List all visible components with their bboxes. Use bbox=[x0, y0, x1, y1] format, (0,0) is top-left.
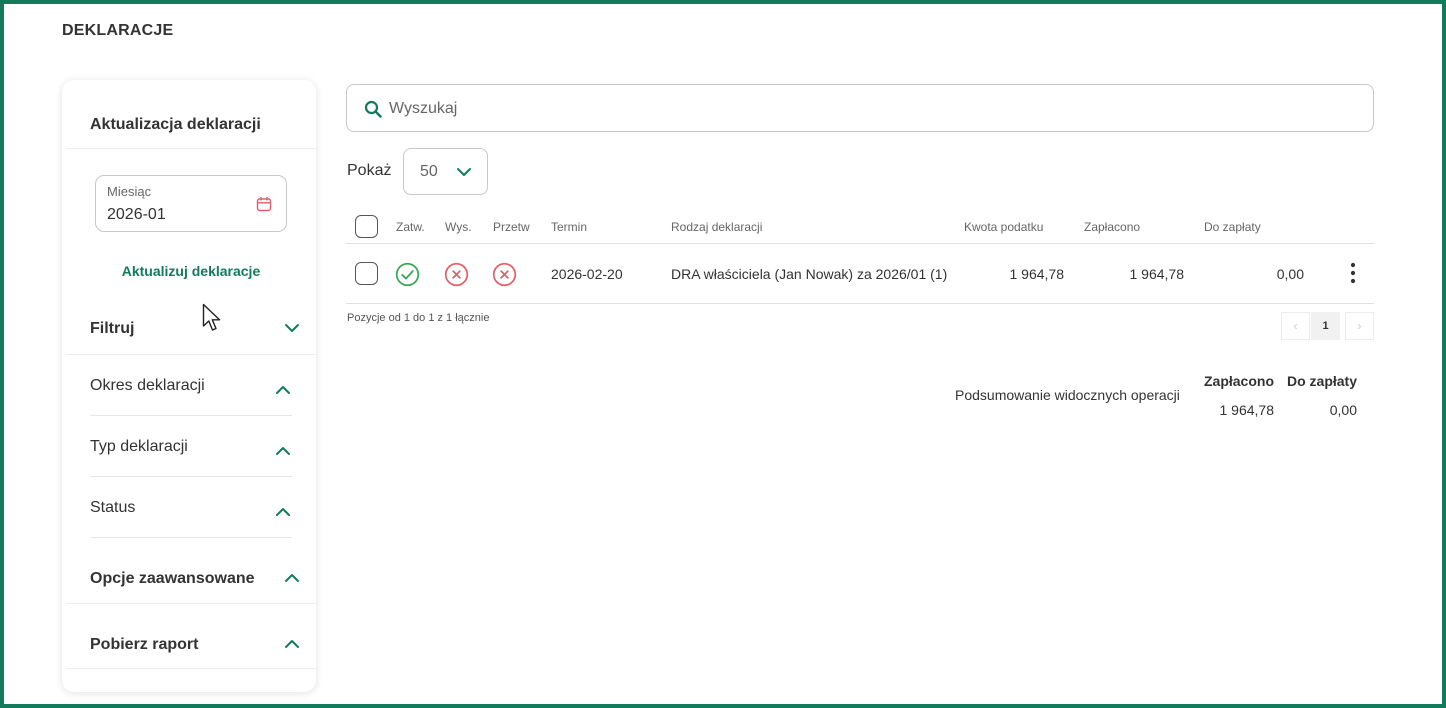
header-tax-amount[interactable]: Kwota podatku bbox=[964, 220, 1043, 234]
chevron-up-icon bbox=[284, 636, 300, 652]
table-row[interactable]: 2026-02-20 DRA właściciela (Jan Nowak) z… bbox=[346, 244, 1374, 304]
sidebar: Aktualizacja deklaracji Miesiąc 2026-01 … bbox=[62, 80, 316, 692]
search-box bbox=[346, 84, 1374, 132]
row-checkbox[interactable] bbox=[355, 262, 378, 285]
search-input[interactable] bbox=[389, 97, 1289, 121]
mouse-cursor-icon bbox=[202, 303, 221, 331]
select-all-checkbox[interactable] bbox=[355, 215, 378, 238]
update-declarations-link[interactable]: Aktualizuj deklaracje bbox=[62, 263, 320, 279]
header-type[interactable]: Rodzaj deklaracji bbox=[671, 220, 762, 234]
filter-status[interactable]: Status bbox=[90, 477, 292, 538]
page-title: DEKLARACJE bbox=[62, 22, 174, 39]
show-label: Pokaż bbox=[347, 162, 392, 179]
advanced-section-title: Opcje zaawansowane bbox=[90, 570, 255, 587]
filter-section-title: Filtruj bbox=[90, 320, 135, 337]
page-size-value: 50 bbox=[420, 163, 438, 180]
filter-period-label: Okres deklaracji bbox=[90, 377, 205, 394]
filter-type-label: Typ deklaracji bbox=[90, 438, 188, 455]
x-circle-icon bbox=[444, 262, 469, 287]
x-circle-icon bbox=[492, 262, 517, 287]
chevron-up-icon bbox=[275, 504, 291, 520]
more-options-icon[interactable] bbox=[1346, 262, 1360, 284]
header-due[interactable]: Do zapłaty bbox=[1204, 220, 1261, 234]
prev-page-button[interactable]: ‹ bbox=[1281, 312, 1310, 340]
filter-status-label: Status bbox=[90, 499, 136, 516]
report-section-header[interactable]: Pobierz raport bbox=[66, 604, 316, 669]
pagination-info: Pozycje od 1 do 1 z 1 łącznie bbox=[347, 312, 490, 324]
row-tax-amount: 1 964,78 bbox=[1009, 266, 1065, 282]
header-processed: Przetw bbox=[493, 220, 530, 234]
filter-period[interactable]: Okres deklaracji bbox=[90, 355, 292, 416]
chevron-up-icon bbox=[275, 443, 291, 459]
filter-section-header[interactable]: Filtruj bbox=[66, 302, 316, 355]
page-1-button[interactable]: 1 bbox=[1311, 312, 1340, 340]
page-size-select[interactable]: 50 bbox=[403, 148, 488, 195]
month-field[interactable]: Miesiąc 2026-01 bbox=[95, 175, 287, 232]
chevron-up-icon bbox=[284, 570, 300, 586]
month-field-value: 2026-01 bbox=[107, 206, 166, 223]
row-deadline: 2026-02-20 bbox=[551, 266, 623, 282]
row-due: 0,00 bbox=[1276, 266, 1304, 282]
search-icon bbox=[364, 100, 382, 118]
filter-type[interactable]: Typ deklaracji bbox=[90, 416, 292, 477]
update-section-title: Aktualizacja deklaracji bbox=[90, 116, 261, 133]
header-sent: Wys. bbox=[445, 220, 472, 234]
header-paid[interactable]: Zapłacono bbox=[1084, 220, 1140, 234]
header-approved: Zatw. bbox=[396, 220, 425, 234]
summary-paid-header: Zapłacono bbox=[1203, 373, 1274, 389]
summary-due-value: 0,00 bbox=[1329, 402, 1357, 418]
calendar-icon[interactable] bbox=[256, 196, 272, 212]
row-paid: 1 964,78 bbox=[1129, 266, 1185, 282]
header-deadline[interactable]: Termin bbox=[551, 220, 587, 234]
check-circle-icon bbox=[395, 262, 420, 287]
month-field-label: Miesiąc bbox=[107, 184, 152, 199]
table-header: Zatw. Wys. Przetw Termin Rodzaj deklarac… bbox=[346, 212, 1374, 244]
chevron-down-icon bbox=[284, 320, 300, 336]
advanced-section-header[interactable]: Opcje zaawansowane bbox=[66, 538, 316, 604]
pagination: ‹ 1 › bbox=[1281, 312, 1374, 340]
report-section-title: Pobierz raport bbox=[90, 636, 199, 653]
update-section-header: Aktualizacja deklaracji bbox=[66, 80, 316, 149]
next-page-button[interactable]: › bbox=[1345, 312, 1374, 340]
summary-paid-value: 1 964,78 bbox=[1219, 402, 1275, 418]
row-declaration-type[interactable]: DRA właściciela (Jan Nowak) za 2026/01 (… bbox=[671, 266, 947, 282]
summary-label: Podsumowanie widocznych operacji bbox=[955, 387, 1180, 403]
chevron-down-icon bbox=[456, 164, 472, 180]
summary-due-header: Do zapłaty bbox=[1286, 373, 1357, 389]
chevron-up-icon bbox=[275, 382, 291, 398]
